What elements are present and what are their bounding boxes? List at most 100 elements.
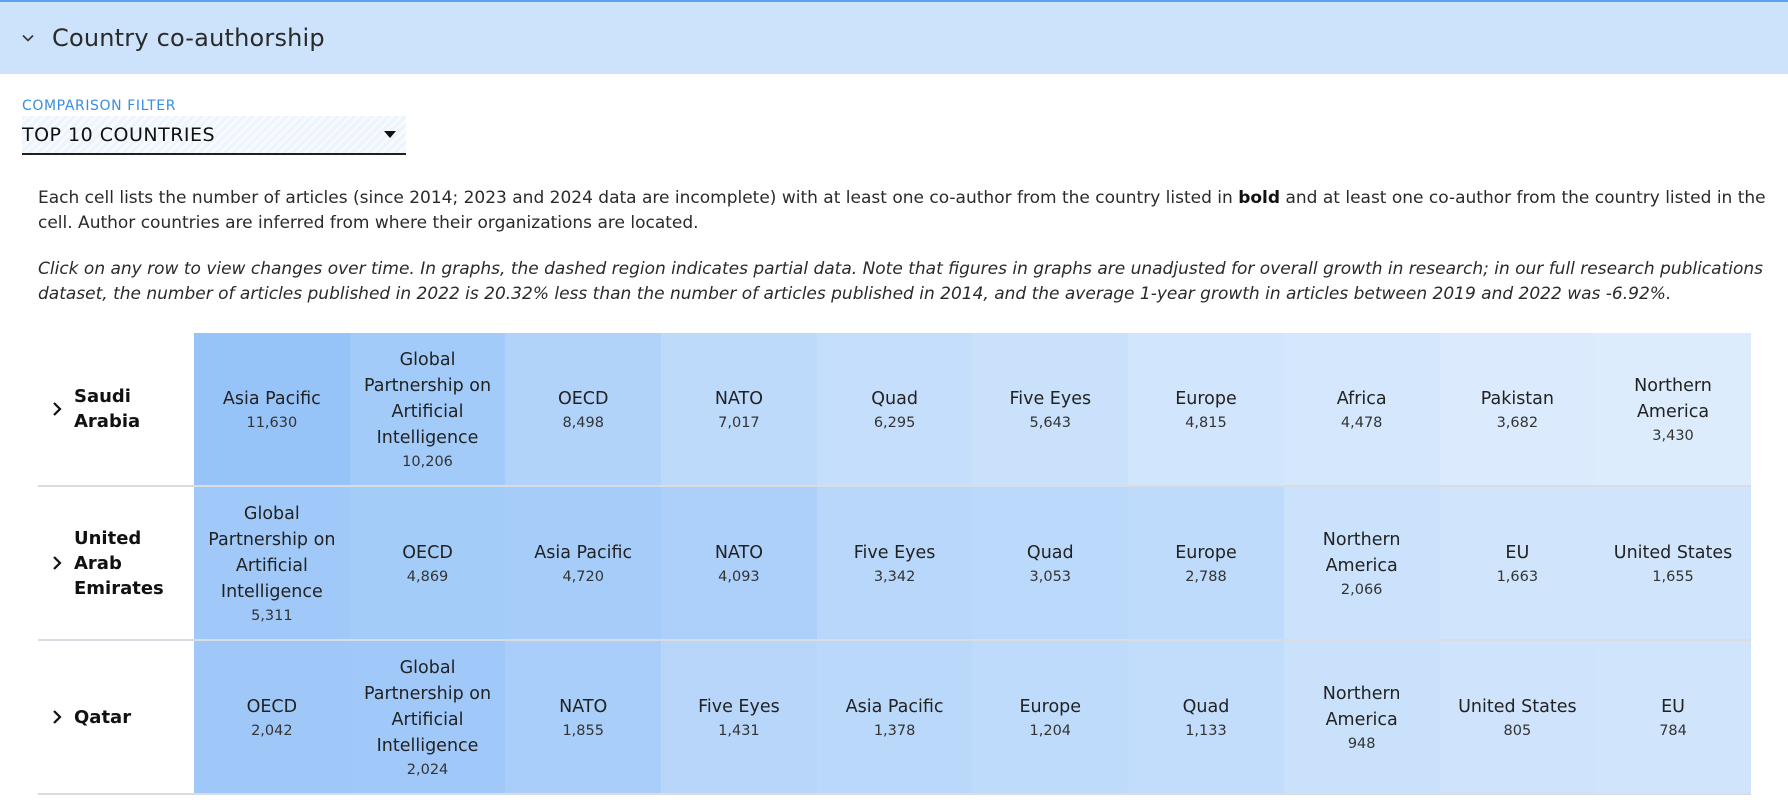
cell-partner-name: Quad xyxy=(1026,542,1074,563)
cell-partner-name: Global Partnership on Artificial Intelli… xyxy=(363,349,492,448)
table-cell: Europe 2,788 xyxy=(1128,487,1284,639)
cell-article-count: 784 xyxy=(1659,722,1687,739)
cell-article-count: 6,295 xyxy=(873,414,916,431)
chevron-right-icon[interactable] xyxy=(50,401,64,417)
cell-article-count: 2,042 xyxy=(251,722,293,739)
cell-article-count: 805 xyxy=(1503,722,1532,739)
table-cell: Asia Pacific 1,378 xyxy=(816,641,973,793)
table-cell: Five Eyes 3,342 xyxy=(816,487,973,639)
cell-partner-name: EU xyxy=(1661,696,1685,717)
cell-partner-name: Asia Pacific xyxy=(534,542,633,563)
cell-partner-name: Global Partnership on Artificial Intelli… xyxy=(208,503,336,602)
table-cell: NATO 1,855 xyxy=(505,641,662,793)
comparison-filter-select[interactable]: TOP 10 COUNTRIES xyxy=(22,116,406,155)
cell-partner-name: United States xyxy=(1458,696,1577,717)
cell-article-count: 3,053 xyxy=(1029,568,1072,585)
cell-partner-name: Global Partnership on Artificial Intelli… xyxy=(363,657,492,756)
table-cell: EU 1,663 xyxy=(1439,487,1596,639)
section-header[interactable]: Country co-authorship xyxy=(0,0,1788,74)
cell-article-count: 5,643 xyxy=(1029,414,1072,431)
cell-article-count: 3,430 xyxy=(1652,427,1694,444)
cell-article-count: 4,815 xyxy=(1185,414,1227,431)
table-cell: Global Partnership on Artificial Intelli… xyxy=(194,487,350,639)
cell-partner-name: Northern America xyxy=(1322,529,1401,576)
cell-partner-name: Five Eyes xyxy=(1009,388,1092,409)
section-title: Country co-authorship xyxy=(52,24,325,52)
cell-article-count: 7,017 xyxy=(718,414,760,431)
cell-article-count: 1,133 xyxy=(1185,722,1227,739)
coauthorship-table: Saudi Arabia Asia Pacific 11,630 Global Par… xyxy=(38,333,1751,795)
chevron-right-icon[interactable] xyxy=(50,709,64,725)
chevron-down-icon[interactable] xyxy=(22,32,34,44)
table-cell: Northern America 3,430 xyxy=(1595,333,1751,485)
cell-partner-name: OECD xyxy=(246,696,298,717)
cell-partner-name: United States xyxy=(1613,542,1733,563)
cell-article-count: 10,206 xyxy=(402,453,453,470)
table-cell: Quad 1,133 xyxy=(1128,641,1284,793)
cell-article-count: 1,655 xyxy=(1652,568,1694,585)
table-cell: United States 1,655 xyxy=(1595,487,1751,639)
cell-article-count: 2,788 xyxy=(1185,568,1227,585)
table-row[interactable]: Saudi Arabia Asia Pacific 11,630 Global Par… xyxy=(38,333,1751,487)
row-country-name: Qatar xyxy=(74,706,132,728)
cell-article-count: 3,682 xyxy=(1496,414,1539,431)
table-cell: OECD 4,869 xyxy=(349,487,506,639)
row-header[interactable]: Saudi Arabia xyxy=(38,333,194,485)
cell-article-count: 11,630 xyxy=(246,414,298,431)
cell-partner-name: NATO xyxy=(559,696,608,717)
table-cell: NATO 4,093 xyxy=(661,487,817,639)
chevron-right-icon[interactable] xyxy=(50,555,64,571)
description-paragraph: Each cell lists the number of articles (… xyxy=(38,186,1768,236)
cell-article-count: 4,869 xyxy=(406,568,449,585)
cell-partner-name: Asia Pacific xyxy=(222,388,321,409)
cell-partner-name: Quad xyxy=(871,388,918,409)
cell-partner-name: Pakistan xyxy=(1480,388,1554,409)
cell-partner-name: OECD xyxy=(557,388,609,409)
cell-article-count: 1,663 xyxy=(1496,568,1539,585)
table-cell: OECD 8,498 xyxy=(505,333,662,485)
table-row[interactable]: Qatar OECD 2,042 Global Partnership on Arti… xyxy=(38,641,1751,795)
cell-partner-name: Europe xyxy=(1175,388,1237,409)
table-cell: Asia Pacific 11,630 xyxy=(194,333,350,485)
dropdown-caret-icon[interactable] xyxy=(384,131,396,138)
cell-article-count: 1,431 xyxy=(718,722,760,739)
table-row[interactable]: United Arab Emirates Global Partnership o… xyxy=(38,487,1751,641)
row-header[interactable]: United Arab Emirates xyxy=(38,487,194,639)
filter-selected-value: TOP 10 COUNTRIES xyxy=(22,123,216,146)
cell-article-count: 8,498 xyxy=(562,414,604,431)
cell-article-count: 4,478 xyxy=(1340,414,1383,431)
table-cell: Europe 4,815 xyxy=(1128,333,1284,485)
cell-partner-name: NATO xyxy=(714,542,763,563)
description-bold-word: bold xyxy=(1238,188,1281,208)
cell-partner-name: Europe xyxy=(1019,696,1082,717)
table-cell: Africa 4,478 xyxy=(1283,333,1440,485)
table-cell: Five Eyes 5,643 xyxy=(972,333,1129,485)
cell-article-count: 1,855 xyxy=(562,722,604,739)
cell-article-count: 5,311 xyxy=(251,607,293,624)
cell-partner-name: Northern America xyxy=(1634,375,1712,422)
cell-partner-name: Africa xyxy=(1336,388,1387,409)
cell-partner-name: EU xyxy=(1505,542,1530,563)
table-cell: OECD 2,042 xyxy=(194,641,350,793)
cell-article-count: 1,204 xyxy=(1029,722,1072,739)
cell-article-count: 2,066 xyxy=(1340,581,1383,598)
row-country-name: Saudi Arabia xyxy=(74,386,141,432)
cell-partner-name: NATO xyxy=(714,388,763,409)
table-cell: Global Partnership on Artificial Intelli… xyxy=(349,641,506,793)
table-cell: Europe 1,204 xyxy=(972,641,1129,793)
filter-label: COMPARISON FILTER xyxy=(22,98,177,114)
instructions-paragraph: Click on any row to view changes over ti… xyxy=(38,259,1763,304)
cell-partner-name: Asia Pacific xyxy=(845,696,944,717)
row-header[interactable]: Qatar xyxy=(38,641,194,793)
table-cell: Northern America 2,066 xyxy=(1283,487,1440,639)
table-cell: United States 805 xyxy=(1439,641,1596,793)
table-cell: Global Partnership on Artificial Intelli… xyxy=(349,333,506,485)
cell-partner-name: Five Eyes xyxy=(698,696,780,717)
table-cell: Northern America 948 xyxy=(1283,641,1440,793)
description-text-start: Each cell lists the number of articles (… xyxy=(38,188,1239,208)
cell-article-count: 1,378 xyxy=(873,722,916,739)
cell-article-count: 948 xyxy=(1347,735,1376,752)
table-cell: Quad 3,053 xyxy=(972,487,1129,639)
table-cell: NATO 7,017 xyxy=(661,333,817,485)
table-cell: Five Eyes 1,431 xyxy=(661,641,817,793)
